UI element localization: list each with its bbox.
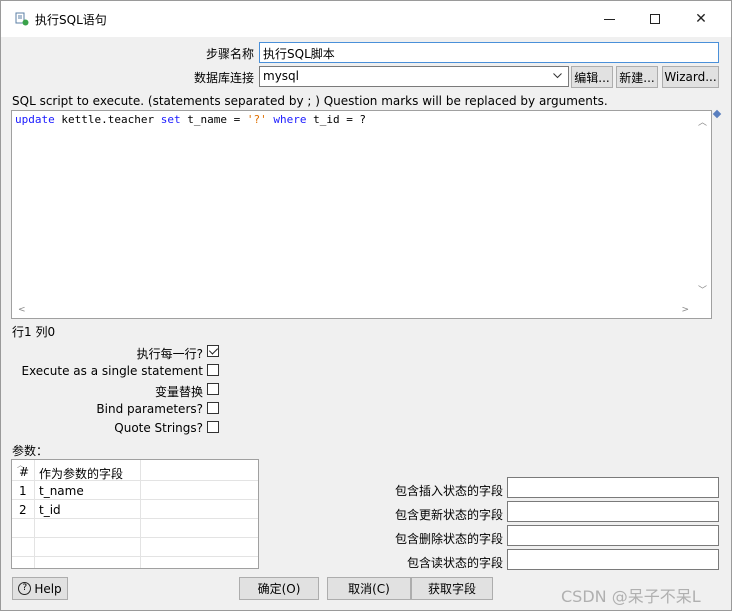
minimize-button[interactable] (586, 1, 632, 37)
sql-token: '?' (246, 113, 267, 126)
scroll-left-icon[interactable]: < (18, 305, 26, 315)
dialog-window: 执行SQL语句 ✕ 步骤名称 执行SQL脚本 数据库连接 mysql 编辑...… (0, 0, 732, 611)
params-label: 参数： (12, 444, 49, 458)
insert-status-label: 包含插入状态的字段 (394, 484, 503, 498)
single-statement-checkbox[interactable] (207, 364, 219, 376)
insert-status-input[interactable] (507, 477, 719, 498)
db-connection-value: mysql (263, 69, 299, 83)
sql-editor[interactable]: update kettle.teacher set t_name = '?' w… (11, 110, 712, 319)
edit-connection-button[interactable]: 编辑... (571, 66, 613, 88)
maximize-icon (650, 14, 660, 24)
step-name-label: 步骤名称 (205, 47, 254, 61)
bind-params-label: Bind parameters? (96, 402, 203, 416)
sql-token: where (273, 113, 307, 126)
wizard-button[interactable]: Wizard... (662, 66, 719, 88)
update-status-label: 包含更新状态的字段 (394, 508, 503, 522)
grid-line (12, 556, 258, 557)
table-row-num: 2 (19, 503, 27, 517)
exec-each-row-label: 执行每一行? (136, 347, 203, 361)
new-connection-button[interactable]: 新建... (616, 66, 658, 88)
help-icon: ? (18, 582, 32, 595)
sql-token: kettle.teacher (54, 113, 161, 126)
sql-token: t_id = ? (306, 113, 367, 126)
title-bar: 执行SQL语句 ✕ (1, 1, 731, 37)
scroll-up-icon[interactable]: ︿ (698, 115, 707, 128)
help-button[interactable]: ? Help (12, 577, 68, 600)
db-connection-select[interactable]: mysql (259, 66, 569, 87)
col-num-header: # (19, 465, 30, 479)
var-substitution-label: 变量替换 (154, 385, 203, 399)
sql-token: t_name = (180, 113, 247, 126)
grid-line (34, 460, 35, 568)
close-icon: ✕ (695, 11, 707, 27)
quote-strings-checkbox[interactable] (207, 421, 219, 433)
sql-script-icon (15, 12, 29, 26)
single-statement-label: Execute as a single statement (21, 364, 203, 378)
col-field-header[interactable]: 作为参数的字段 (39, 465, 123, 482)
params-table[interactable]: ︿ # 作为参数的字段 1 t_name 2 t_id (11, 459, 259, 569)
ok-button[interactable]: 确定(O) (239, 577, 319, 600)
sql-token: set (160, 113, 181, 126)
cursor-position: 行1 列0 (12, 325, 56, 339)
delete-status-label: 包含删除状态的字段 (394, 532, 503, 546)
grid-line (12, 499, 258, 500)
sql-instruction-label: SQL script to execute. (statements separ… (12, 94, 608, 108)
resize-diamond-icon[interactable] (712, 109, 722, 119)
exec-each-row-checkbox[interactable] (207, 345, 219, 357)
sql-token: update (15, 113, 55, 126)
cancel-button[interactable]: 取消(C) (327, 577, 411, 600)
step-name-input[interactable]: 执行SQL脚本 (259, 42, 719, 63)
quote-strings-label: Quote Strings? (114, 421, 203, 435)
update-status-input[interactable] (507, 501, 719, 522)
delete-status-input[interactable] (507, 525, 719, 546)
help-button-label: Help (34, 581, 62, 596)
table-row-num: 1 (19, 484, 27, 498)
var-substitution-checkbox[interactable] (207, 383, 219, 395)
bind-params-checkbox[interactable] (207, 402, 219, 414)
grid-line (12, 518, 258, 519)
sql-code-line[interactable]: update kettle.teacher set t_name = '?' w… (15, 113, 366, 126)
chevron-down-icon (553, 73, 562, 79)
grid-line (140, 460, 141, 568)
scroll-down-icon[interactable]: ﹀ (698, 283, 707, 296)
watermark: CSDN @呆子不呆L (561, 587, 701, 606)
maximize-button[interactable] (632, 1, 678, 37)
scroll-right-icon[interactable]: > (681, 305, 689, 315)
grid-line (12, 537, 258, 538)
get-fields-button[interactable]: 获取字段 (411, 577, 493, 600)
minimize-icon (603, 18, 615, 20)
table-row-field[interactable]: t_id (39, 503, 61, 517)
window-title: 执行SQL语句 (35, 13, 107, 27)
read-status-input[interactable] (507, 549, 719, 570)
read-status-label: 包含读状态的字段 (406, 556, 503, 570)
close-button[interactable]: ✕ (678, 1, 724, 37)
table-row-field[interactable]: t_name (39, 484, 84, 498)
db-connection-label: 数据库连接 (193, 71, 254, 85)
